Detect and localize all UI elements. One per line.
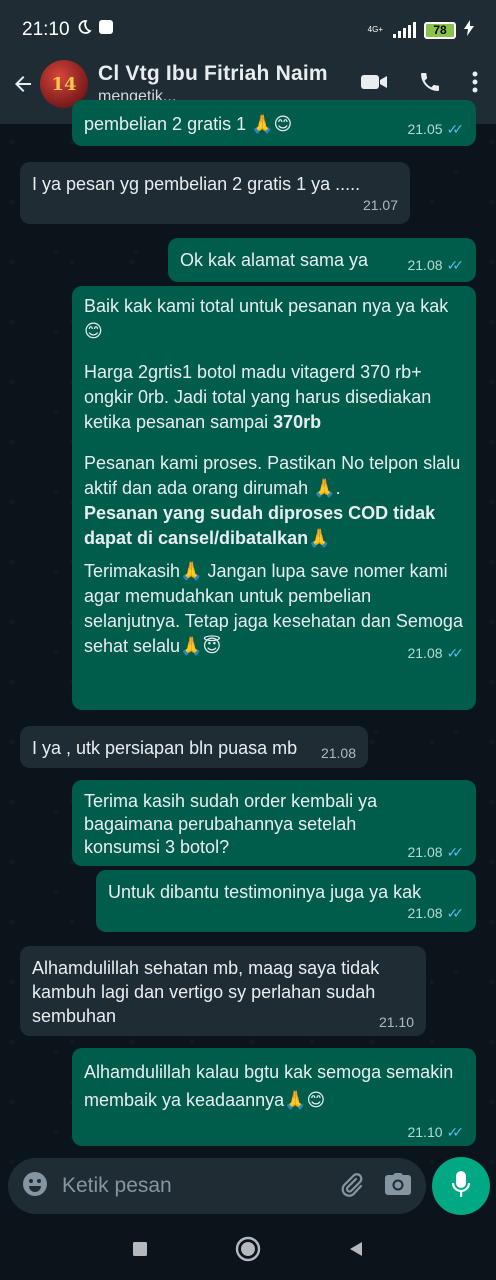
message-text: Alhamdulillah sehatan mb, maag saya tida…	[32, 958, 380, 1026]
video-call-icon[interactable]	[360, 72, 388, 97]
phone-icon[interactable]	[418, 70, 442, 99]
message-paragraph: Harga 2grtis1 botol madu vitagerd 370 rb…	[84, 362, 432, 432]
message-time: 21.08	[320, 745, 356, 761]
message-text: Untuk dibantu testimoninya juga ya kak	[108, 882, 422, 902]
signal-icon	[393, 22, 416, 38]
read-tick-icon: ✓✓	[446, 257, 465, 273]
more-vert-icon[interactable]	[472, 71, 478, 98]
back-arrow-icon[interactable]	[8, 69, 38, 99]
read-tick-icon: ✓✓	[446, 645, 465, 661]
message-paragraph: Pesanan kami proses. Pastikan No telpon …	[84, 453, 461, 549]
message-input-bar[interactable]: Ketik pesan	[8, 1158, 426, 1214]
message-text: I ya , utk persiapan bln puasa mb	[32, 738, 298, 758]
message-paragraph: Terimakasih🙏 Jangan lupa save nomer kami…	[84, 561, 463, 657]
read-tick-icon: ✓✓	[446, 844, 465, 860]
message-time: 21.08	[407, 257, 443, 273]
message-bubble-outgoing[interactable]: Alhamdulillah kalau bgtu kak semoga sema…	[72, 1048, 476, 1146]
message-bubble-incoming[interactable]: I ya pesan yg pembelian 2 gratis 1 ya ..…	[20, 162, 410, 224]
notification-square-icon	[98, 19, 114, 41]
message-bubble-outgoing[interactable]: Baik kak kami total untuk pesanan nya ya…	[72, 286, 476, 710]
contact-name: Cl Vtg Ibu Fitriah Naim	[98, 62, 328, 85]
message-input[interactable]: Ketik pesan	[62, 1174, 318, 1198]
system-nav-bar	[0, 1222, 496, 1280]
message-bubble-outgoing[interactable]: pembelian 2 gratis 1 🙏😊 21.05 ✓✓	[72, 100, 476, 146]
message-text: Ok kak alamat sama ya	[180, 250, 369, 270]
chat-area[interactable]: pembelian 2 gratis 1 🙏😊 21.05 ✓✓ I ya pes…	[0, 100, 496, 1164]
avatar-text: 14	[51, 73, 77, 95]
message-bubble-outgoing[interactable]: Ok kak alamat sama ya 21.08 ✓✓	[168, 238, 476, 282]
mic-icon	[451, 1170, 471, 1203]
message-bubble-incoming[interactable]: Alhamdulillah sehatan mb, maag saya tida…	[20, 946, 426, 1036]
battery-icon: 78	[424, 21, 456, 39]
mic-button[interactable]	[432, 1157, 490, 1215]
message-bubble-outgoing[interactable]: Untuk dibantu testimoninya juga ya kak 2…	[96, 870, 476, 932]
recents-square-icon[interactable]	[131, 1240, 149, 1263]
moon-icon	[76, 19, 92, 41]
read-tick-icon: ✓✓	[446, 905, 465, 921]
message-paragraph: Baik kak kami total untuk pesanan nya ya…	[84, 296, 449, 342]
message-text: Alhamdulillah kalau bgtu kak semoga sema…	[84, 1062, 454, 1111]
message-time: 21.10	[378, 1014, 414, 1030]
message-time: 21.08	[407, 844, 443, 860]
read-tick-icon: ✓✓	[446, 121, 465, 137]
message-time: 21.07	[362, 197, 398, 213]
message-bubble-incoming[interactable]: I ya , utk persiapan bln puasa mb 21.08	[20, 726, 368, 768]
message-time: 21.10	[407, 1124, 443, 1140]
emoji-icon[interactable]	[22, 1171, 48, 1202]
message-text: I ya pesan yg pembelian 2 gratis 1 ya ..…	[32, 174, 361, 194]
back-triangle-icon[interactable]	[347, 1240, 365, 1263]
message-time: 21.05	[407, 121, 443, 137]
network-type: 4G+	[367, 25, 383, 34]
message-text: pembelian 2 gratis 1 🙏😊	[84, 114, 293, 135]
charging-bolt-icon	[464, 19, 474, 41]
attach-icon[interactable]	[338, 1171, 364, 1202]
status-time: 21:10	[22, 19, 70, 40]
message-bubble-outgoing[interactable]: Terima kasih sudah order kembali ya baga…	[72, 780, 476, 866]
read-tick-icon: ✓✓	[446, 1124, 465, 1140]
message-time: 21.08	[407, 645, 443, 661]
message-text: Terima kasih sudah order kembali ya baga…	[84, 791, 378, 857]
camera-icon[interactable]	[384, 1172, 412, 1201]
home-circle-icon[interactable]	[235, 1236, 261, 1267]
message-time: 21.08	[407, 905, 443, 921]
